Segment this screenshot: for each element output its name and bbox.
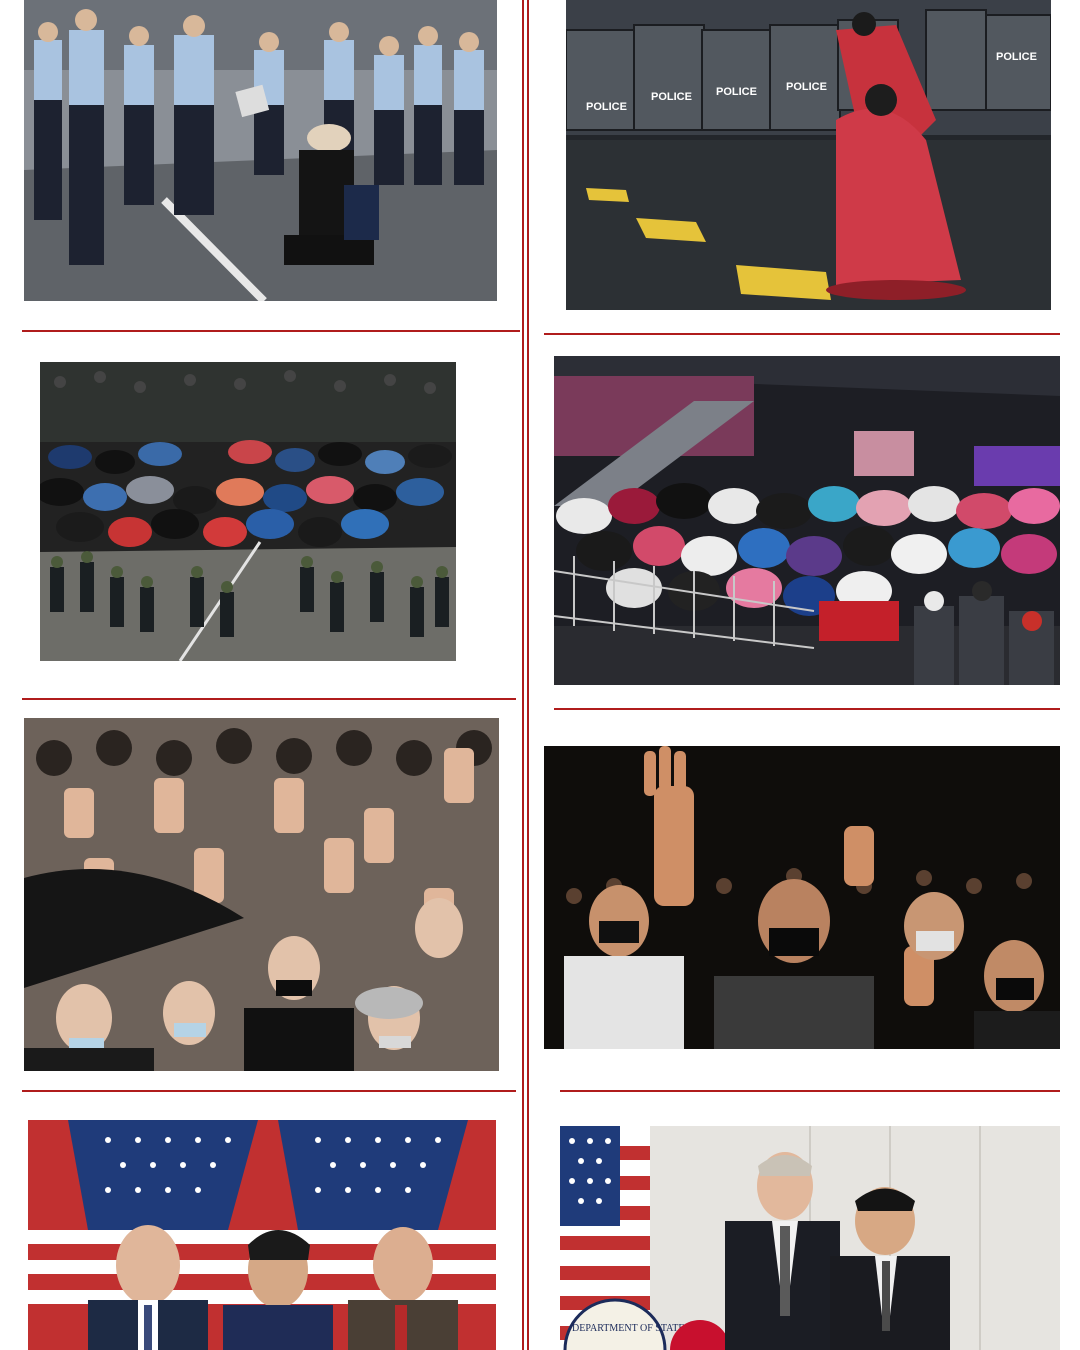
horizontal-divider xyxy=(554,708,1060,710)
photo-thailand-three-finger-salute xyxy=(544,746,1060,1049)
photo-us-flags-press-conference xyxy=(28,1120,496,1350)
photo-thailand-kneeling-riot-police: POLICE POLICE POLICE POLICE POLICE POLIC… xyxy=(566,0,1051,310)
photo-hong-kong-kneeling-protester xyxy=(24,0,497,301)
horizontal-divider xyxy=(22,330,520,332)
horizontal-divider xyxy=(22,698,516,700)
police-shield-label: POLICE xyxy=(996,51,1037,63)
police-shield-label: POLICE xyxy=(651,91,692,103)
photo-us-embassy-meeting: DEPARTMENT OF STATE xyxy=(560,1126,1060,1350)
horizontal-divider xyxy=(22,1090,516,1092)
photo-hong-kong-umbrella-crowd xyxy=(40,362,456,661)
police-shield-label: POLICE xyxy=(716,86,757,98)
department-of-state-seal-text: DEPARTMENT OF STATE xyxy=(572,1323,685,1334)
police-shield-label: POLICE xyxy=(786,81,827,93)
photo-hong-kong-raised-hands xyxy=(24,718,499,1071)
police-shield-label: POLICE xyxy=(586,101,627,113)
vertical-divider xyxy=(522,0,524,1350)
vertical-divider-inner xyxy=(527,0,529,1350)
photo-thailand-umbrella-barricade xyxy=(554,356,1060,685)
horizontal-divider xyxy=(544,333,1060,335)
horizontal-divider xyxy=(560,1090,1060,1092)
